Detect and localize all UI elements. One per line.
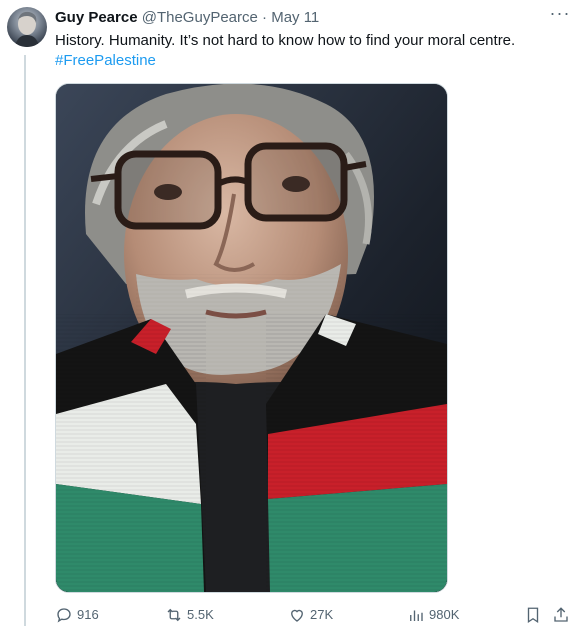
portrait-illustration	[56, 84, 447, 592]
more-icon[interactable]: ···	[548, 4, 572, 26]
view-count: 980K	[429, 607, 460, 622]
like-button[interactable]: 27K	[288, 604, 333, 626]
reply-icon	[57, 608, 71, 623]
author-handle[interactable]: @TheGuyPearce	[142, 9, 258, 26]
reply-button[interactable]: 916	[55, 604, 99, 626]
views-icon	[410, 610, 423, 621]
repost-icon	[167, 608, 181, 622]
like-count: 27K	[310, 607, 334, 622]
hashtag-link[interactable]: #FreePalestine	[55, 51, 156, 71]
header-separator: ·	[262, 9, 268, 26]
repost-button[interactable]: 5.5K	[165, 604, 214, 626]
bookmark-button[interactable]	[524, 604, 542, 626]
tweet-date[interactable]: May 11	[271, 9, 319, 26]
share-button[interactable]	[552, 604, 570, 626]
tweet-text: History. Humanity. It’s not hard to know…	[55, 31, 565, 71]
views-button[interactable]: 980K	[407, 604, 459, 626]
tweet-header: Guy Pearce @TheGuyPearce · May 11	[55, 8, 572, 28]
tweet-actions: 916 5.5K 27K 980K	[55, 604, 575, 626]
tweet-body: History. Humanity. It’s not hard to know…	[55, 32, 516, 49]
share-icon	[554, 607, 568, 622]
tweet-photo[interactable]	[55, 83, 448, 593]
author-name[interactable]: Guy Pearce	[55, 9, 138, 26]
repost-count: 5.5K	[187, 607, 214, 622]
thread-line	[24, 55, 26, 626]
like-icon	[291, 609, 303, 622]
avatar[interactable]	[7, 7, 47, 47]
bookmark-icon	[527, 607, 539, 624]
reply-count: 916	[77, 607, 99, 622]
